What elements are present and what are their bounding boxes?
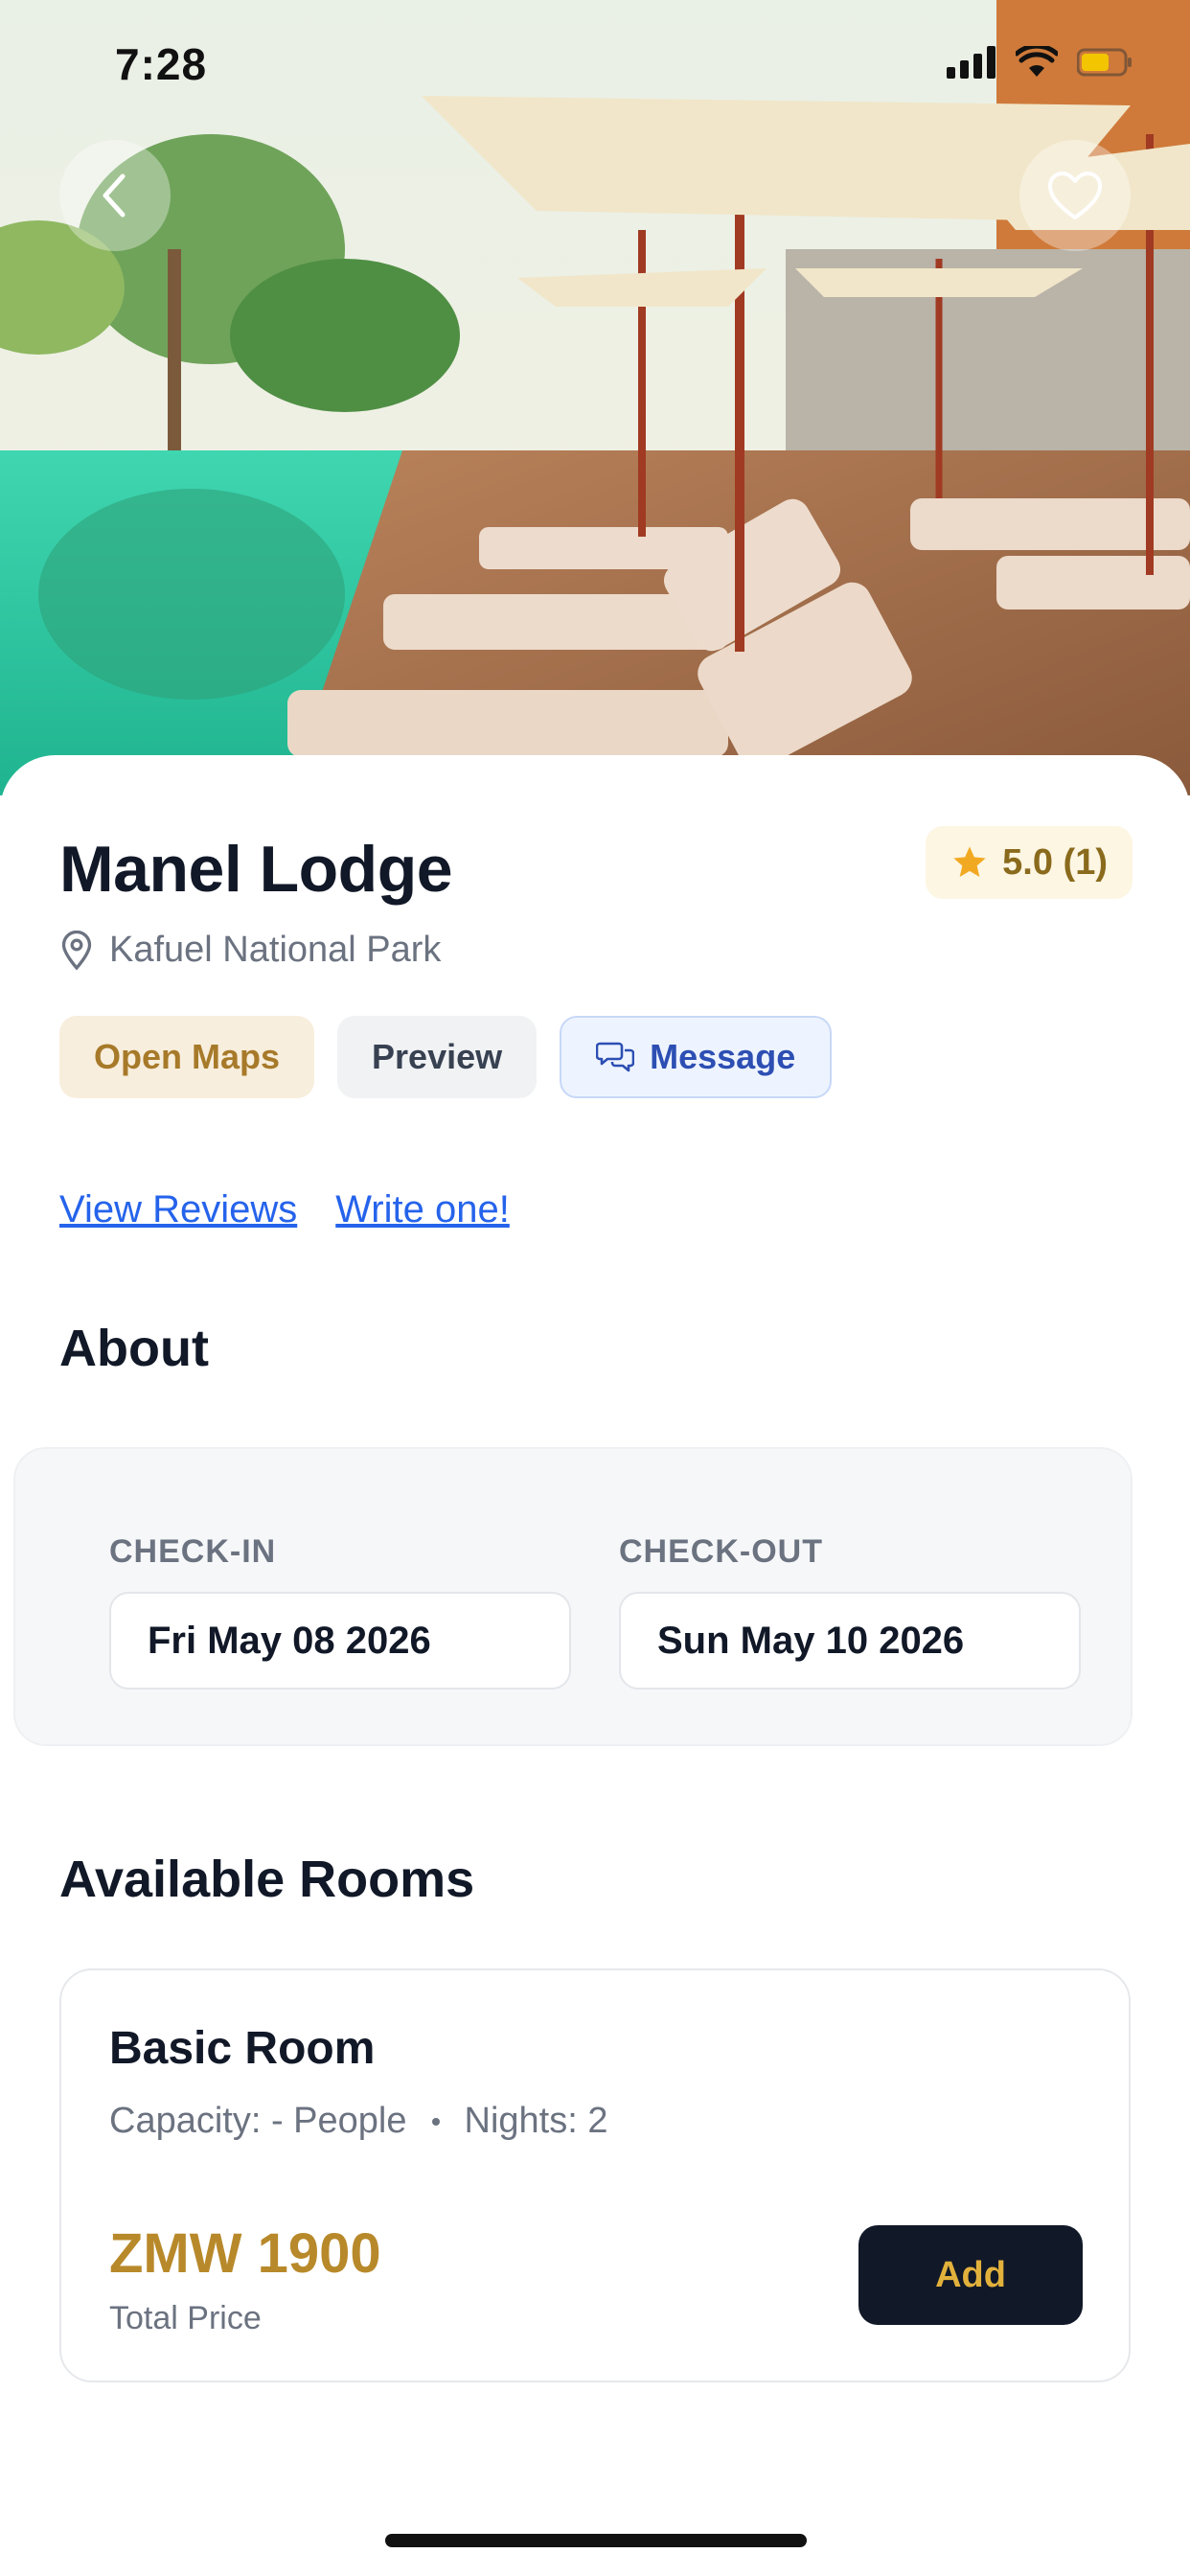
chevron-left-icon	[103, 173, 126, 218]
status-bar: 7:28	[0, 0, 1190, 125]
room-card: Basic Room Capacity: - People Nights: 2 …	[59, 1968, 1131, 2382]
checkin-field[interactable]: Fri May 08 2026	[109, 1592, 571, 1690]
checkin-group: CHECK-IN Fri May 08 2026	[109, 1533, 571, 1690]
message-label: Message	[650, 1037, 796, 1076]
battery-icon	[1077, 48, 1132, 77]
hero-image: 7:28	[0, 0, 1190, 795]
favorite-button[interactable]	[1019, 140, 1131, 251]
checkin-label: CHECK-IN	[109, 1533, 277, 1570]
room-price: ZMW 1900	[109, 2222, 381, 2285]
about-heading: About	[59, 1320, 209, 1377]
open-maps-button[interactable]: Open Maps	[59, 1016, 315, 1098]
home-indicator[interactable]	[385, 2534, 807, 2547]
separator-dot	[431, 2117, 440, 2126]
available-rooms-heading: Available Rooms	[59, 1851, 475, 1908]
heart-icon	[1048, 172, 1102, 219]
location-row: Kafuel National Park	[59, 930, 441, 971]
room-capacity: Capacity: - People	[109, 2101, 407, 2141]
location-pin-icon	[61, 930, 92, 970]
view-reviews-link[interactable]: View Reviews	[59, 1188, 297, 1231]
add-room-label: Add	[935, 2254, 1006, 2295]
checkout-field[interactable]: Sun May 10 2026	[619, 1592, 1081, 1690]
dates-card: CHECK-IN Fri May 08 2026 CHECK-OUT Sun M…	[13, 1447, 1133, 1746]
rating-badge: 5.0 (1)	[926, 826, 1133, 899]
review-links: View Reviews Write one!	[59, 1188, 510, 1231]
preview-button[interactable]: Preview	[337, 1016, 538, 1098]
status-icons	[947, 46, 1133, 79]
add-room-button[interactable]: Add	[858, 2225, 1083, 2325]
preview-label: Preview	[372, 1037, 503, 1076]
location-text: Kafuel National Park	[109, 930, 442, 970]
checkout-group: CHECK-OUT Sun May 10 2026	[619, 1533, 1081, 1690]
room-nights: Nights: 2	[464, 2101, 608, 2141]
open-maps-label: Open Maps	[94, 1037, 281, 1076]
status-time: 7:28	[115, 39, 208, 89]
wifi-icon	[1016, 46, 1058, 77]
star-icon	[953, 846, 986, 877]
signal-icon	[947, 46, 995, 79]
room-meta: Capacity: - People Nights: 2	[109, 2101, 607, 2142]
rating-value: 5.0 (1)	[1002, 841, 1108, 883]
message-button[interactable]: Message	[560, 1016, 833, 1098]
details-sheet: Manel Lodge 5.0 (1) Kafuel National Park…	[0, 755, 1190, 2576]
back-button[interactable]	[59, 140, 171, 251]
write-review-link[interactable]: Write one!	[335, 1188, 510, 1231]
action-buttons: Open Maps Preview Message	[59, 1016, 833, 1098]
room-price-label: Total Price	[109, 2300, 262, 2336]
lodge-title: Manel Lodge	[59, 833, 453, 906]
chat-icon	[596, 1042, 635, 1072]
checkout-label: CHECK-OUT	[619, 1533, 823, 1570]
room-name: Basic Room	[109, 2023, 376, 2074]
